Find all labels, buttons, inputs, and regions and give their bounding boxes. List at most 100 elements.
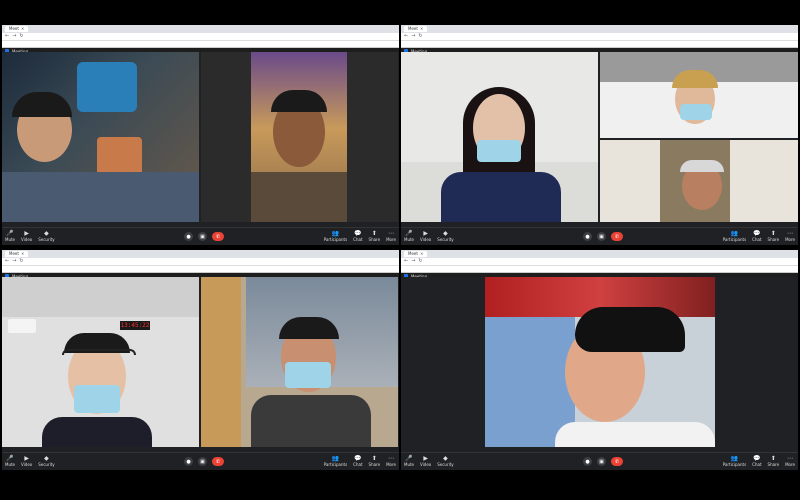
mic-toggle-button[interactable]: ● bbox=[184, 457, 193, 466]
more-button[interactable]: ⋯ More bbox=[386, 230, 396, 242]
video-button[interactable]: ▶ Video bbox=[21, 455, 32, 467]
meeting-controls: 🎤 Mute ▶ Video ◆ Security ● ▣ ✆ 👥 Participan… bbox=[2, 452, 399, 470]
video-button[interactable]: ▶ Video bbox=[420, 455, 431, 467]
security-button[interactable]: ◆ Security bbox=[437, 230, 453, 242]
more-button[interactable]: ⋯ More bbox=[785, 230, 795, 242]
camera-toggle-button[interactable]: ▣ bbox=[198, 457, 207, 466]
more-icon: ⋯ bbox=[388, 230, 395, 237]
back-icon[interactable]: ← bbox=[404, 258, 408, 265]
browser-tab[interactable]: Meet ✕ bbox=[404, 251, 428, 257]
more-icon: ⋯ bbox=[787, 455, 794, 462]
back-icon[interactable]: ← bbox=[5, 258, 9, 265]
video-tile[interactable] bbox=[600, 140, 798, 222]
mute-label: Mute bbox=[5, 237, 16, 242]
mute-label: Mute bbox=[404, 237, 415, 242]
reload-icon[interactable]: ↻ bbox=[19, 258, 23, 265]
video-button[interactable]: ▶ Video bbox=[21, 230, 32, 242]
mute-button[interactable]: 🎤 Mute bbox=[404, 230, 414, 242]
face-mask bbox=[680, 104, 712, 120]
forward-icon[interactable]: → bbox=[12, 258, 16, 265]
more-label: More bbox=[386, 237, 396, 242]
close-icon[interactable]: ✕ bbox=[21, 251, 24, 256]
chat-button[interactable]: 💬 Chat bbox=[353, 230, 362, 242]
reload-icon[interactable]: ↻ bbox=[19, 33, 23, 40]
tab-label: Meet bbox=[9, 251, 19, 256]
share-button[interactable]: ⬆ Share bbox=[369, 230, 381, 242]
forward-icon[interactable]: → bbox=[12, 33, 16, 40]
mute-button[interactable]: 🎤 Mute bbox=[404, 455, 414, 467]
participants-button[interactable]: 👥 Participants bbox=[324, 230, 348, 242]
bookmarks-bar bbox=[2, 266, 399, 273]
close-icon[interactable]: ✕ bbox=[420, 251, 423, 256]
participants-label: Participants bbox=[323, 462, 348, 467]
security-label: Security bbox=[38, 237, 55, 242]
shield-icon: ◆ bbox=[44, 455, 49, 462]
chat-button[interactable]: 💬 Chat bbox=[752, 230, 761, 242]
video-tile[interactable] bbox=[600, 52, 798, 138]
video-tile[interactable] bbox=[485, 277, 715, 447]
mic-toggle-button[interactable]: ● bbox=[583, 457, 592, 466]
forward-icon[interactable]: → bbox=[411, 258, 415, 265]
back-icon[interactable]: ← bbox=[404, 33, 408, 40]
end-call-button[interactable]: ✆ bbox=[611, 232, 623, 241]
meeting-controls: 🎤 Mute ▶ Video ◆ Security ● ▣ ✆ 👥 Participan… bbox=[2, 227, 399, 245]
participant-hair bbox=[271, 90, 327, 112]
video-tile[interactable]: 13:45:22 bbox=[2, 277, 199, 447]
more-button[interactable]: ⋯ More bbox=[386, 455, 396, 467]
video-tile[interactable] bbox=[2, 52, 199, 222]
chat-button[interactable]: 💬 Chat bbox=[353, 455, 362, 467]
address-bar: ← → ↻ bbox=[401, 33, 798, 41]
address-bar: ← → ↻ bbox=[2, 33, 399, 41]
share-button[interactable]: ⬆ Share bbox=[768, 230, 780, 242]
video-label: Video bbox=[420, 237, 432, 242]
video-label: Video bbox=[420, 462, 432, 467]
mute-button[interactable]: 🎤 Mute bbox=[5, 230, 15, 242]
face-mask bbox=[285, 362, 331, 388]
reload-icon[interactable]: ↻ bbox=[418, 258, 422, 265]
chat-button[interactable]: 💬 Chat bbox=[752, 455, 761, 467]
video-button[interactable]: ▶ Video bbox=[420, 230, 431, 242]
end-call-button[interactable]: ✆ bbox=[212, 457, 224, 466]
security-button[interactable]: ◆ Security bbox=[437, 455, 453, 467]
end-call-button[interactable]: ✆ bbox=[212, 232, 224, 241]
participants-button[interactable]: 👥 Participants bbox=[324, 455, 348, 467]
tab-label: Meet bbox=[9, 26, 19, 31]
end-call-button[interactable]: ✆ bbox=[611, 457, 623, 466]
browser-tab[interactable]: Meet ✕ bbox=[404, 26, 428, 32]
mute-label: Mute bbox=[404, 462, 415, 467]
close-icon[interactable]: ✕ bbox=[420, 26, 423, 31]
security-button[interactable]: ◆ Security bbox=[38, 230, 54, 242]
reload-icon[interactable]: ↻ bbox=[418, 33, 422, 40]
mic-icon: 🎤 bbox=[6, 455, 14, 462]
video-tile[interactable] bbox=[201, 52, 398, 222]
participants-button[interactable]: 👥 Participants bbox=[723, 230, 747, 242]
video-tile[interactable] bbox=[401, 52, 598, 222]
people-icon: 👥 bbox=[331, 230, 340, 237]
video-tile[interactable] bbox=[201, 277, 398, 447]
mic-toggle-button[interactable]: ● bbox=[583, 232, 592, 241]
camera-toggle-button[interactable]: ▣ bbox=[198, 232, 207, 241]
browser-tab[interactable]: Meet ✕ bbox=[5, 26, 29, 32]
share-icon: ⬆ bbox=[371, 455, 377, 462]
share-icon: ⬆ bbox=[371, 230, 377, 237]
back-icon[interactable]: ← bbox=[5, 33, 9, 40]
participant-shirt bbox=[251, 172, 347, 222]
security-button[interactable]: ◆ Security bbox=[38, 455, 54, 467]
video-stage bbox=[2, 52, 399, 228]
share-button[interactable]: ⬆ Share bbox=[768, 455, 780, 467]
chat-label: Chat bbox=[752, 237, 762, 242]
share-button[interactable]: ⬆ Share bbox=[369, 455, 381, 467]
mic-icon: 🎤 bbox=[405, 230, 413, 237]
participants-button[interactable]: 👥 Participants bbox=[723, 455, 747, 467]
forward-icon[interactable]: → bbox=[411, 33, 415, 40]
mic-toggle-button[interactable]: ● bbox=[184, 232, 193, 241]
security-label: Security bbox=[437, 462, 454, 467]
camera-toggle-button[interactable]: ▣ bbox=[597, 457, 606, 466]
video-stage bbox=[401, 277, 798, 453]
mute-button[interactable]: 🎤 Mute bbox=[5, 455, 15, 467]
more-button[interactable]: ⋯ More bbox=[785, 455, 795, 467]
close-icon[interactable]: ✕ bbox=[21, 26, 24, 31]
camera-toggle-button[interactable]: ▣ bbox=[597, 232, 606, 241]
browser-tabbar: Meet ✕ bbox=[2, 25, 399, 33]
browser-tab[interactable]: Meet ✕ bbox=[5, 251, 29, 257]
